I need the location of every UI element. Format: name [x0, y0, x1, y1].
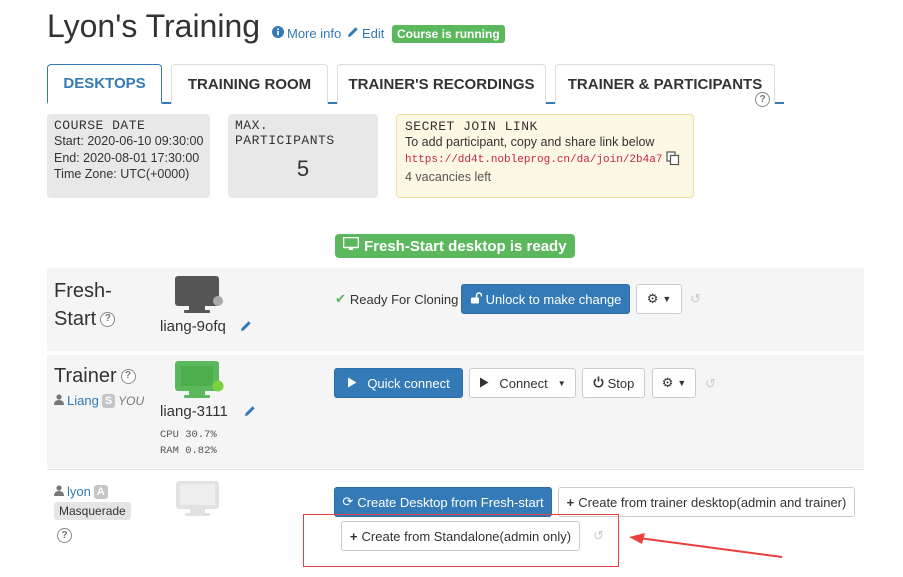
- trainer-user-badge: S: [101, 393, 116, 408]
- quick-connect-button[interactable]: Quick connect: [334, 368, 463, 398]
- history-icon[interactable]: ↺: [690, 291, 701, 307]
- copy-icon[interactable]: [666, 150, 680, 169]
- secret-join-link-box: SECRET JOIN LINK To add participant, cop…: [396, 114, 694, 198]
- masquerade-button[interactable]: Masquerade: [54, 502, 131, 520]
- desktop-icon: [342, 236, 360, 255]
- participant-monitor-icon: [175, 480, 221, 521]
- user-icon: [54, 484, 64, 499]
- check-icon: ✔: [335, 291, 346, 306]
- trainer-user[interactable]: Liang S YOU: [54, 393, 144, 408]
- info-circle-icon: [272, 26, 284, 41]
- vacancies-left: 4 vacancies left: [405, 169, 492, 184]
- status-badge: Course is running: [392, 25, 505, 43]
- tab-trainers-recordings[interactable]: TRAINER'S RECORDINGS: [337, 64, 546, 104]
- play-icon: [347, 376, 357, 391]
- ready-banner-text: Fresh-Start desktop is ready: [364, 237, 567, 255]
- refresh-icon: ⟳: [342, 494, 354, 509]
- participant-username[interactable]: lyon: [67, 484, 91, 499]
- gear-icon: ⚙: [646, 291, 659, 306]
- fresh-start-label-line1: Fresh-: [54, 280, 112, 302]
- connect-dropdown-button[interactable]: Connect ▼: [469, 368, 576, 398]
- annotation-highlight-box: [303, 514, 619, 567]
- stop-label: Stop: [607, 375, 635, 391]
- trainer-cpu-usage: CPU 30.7%: [160, 429, 217, 441]
- trainer-machine-name: liang-3111: [160, 403, 228, 420]
- gear-icon: ⚙: [661, 375, 674, 390]
- fresh-start-settings-dropdown[interactable]: ⚙ ▼: [636, 284, 682, 314]
- play-icon: [479, 376, 489, 391]
- plus-icon: +: [566, 494, 575, 510]
- user-icon: [54, 393, 64, 408]
- unlock-button-label: Unlock to make change: [485, 291, 622, 307]
- page-title: Lyon's Training: [47, 8, 261, 44]
- ready-for-cloning-status: ✔ Ready For Cloning: [335, 291, 458, 307]
- tabs-help-icon[interactable]: ?: [755, 92, 770, 107]
- max-participants-box: MAX. PARTICIPANTS 5: [228, 114, 378, 198]
- annotation-arrow: [625, 532, 785, 563]
- fresh-start-ready-badge: Fresh-Start desktop is ready: [335, 234, 575, 258]
- participant-help-icon[interactable]: ?: [57, 528, 72, 543]
- course-date-title: COURSE DATE: [54, 118, 146, 133]
- secret-link-title: SECRET JOIN LINK: [405, 119, 538, 134]
- rename-pencil-icon[interactable]: [240, 320, 252, 335]
- quick-connect-label: Quick connect: [367, 375, 450, 391]
- trainer-help-icon[interactable]: ?: [120, 368, 136, 384]
- edit-link[interactable]: Edit: [347, 26, 384, 41]
- fresh-start-help-icon[interactable]: ?: [100, 311, 116, 327]
- secret-link-description: To add participant, copy and share link …: [405, 135, 655, 149]
- rename-pencil-icon[interactable]: [244, 405, 256, 420]
- fresh-start-monitor-icon[interactable]: [173, 275, 225, 318]
- unlock-button[interactable]: Unlock to make change: [461, 284, 630, 314]
- participant-user-badge: A: [93, 484, 108, 499]
- edit-label: Edit: [362, 26, 385, 41]
- history-icon[interactable]: ↺: [705, 376, 716, 392]
- course-date-box: COURSE DATE Start: 2020-06-10 09:30:00 E…: [47, 114, 210, 198]
- tab-desktops[interactable]: DESKTOPS: [47, 64, 162, 104]
- power-icon: [593, 376, 604, 391]
- fresh-start-label-line2: Start: [54, 308, 97, 330]
- create-fresh-label: Create Desktop from Fresh-start: [357, 494, 544, 510]
- more-info-label: More info: [287, 26, 342, 41]
- stop-button[interactable]: Stop: [582, 368, 645, 398]
- trainer-settings-dropdown[interactable]: ⚙ ▼: [652, 368, 696, 398]
- ready-for-cloning-label: Ready For Cloning: [349, 291, 459, 307]
- trainer-label-text: Trainer: [54, 365, 117, 387]
- create-trainer-label: Create from trainer desktop(admin and tr…: [578, 494, 847, 510]
- course-start: Start: 2020-06-10 09:30:00: [54, 134, 204, 148]
- fresh-start-machine-name: liang-9ofq: [160, 318, 226, 335]
- row-divider: [47, 351, 864, 353]
- course-timezone: Time Zone: UTC(+0000): [54, 167, 190, 181]
- pencil-icon: [347, 26, 359, 41]
- trainer-username[interactable]: Liang: [67, 393, 99, 408]
- max-participants-title: MAX. PARTICIPANTS: [235, 118, 335, 148]
- caret-down-icon: ▼: [677, 378, 687, 388]
- connect-label: Connect: [499, 375, 548, 391]
- participant-user[interactable]: lyon A: [54, 484, 108, 499]
- caret-down-icon: ▼: [557, 378, 566, 388]
- course-end: End: 2020-08-01 17:30:00: [54, 150, 200, 165]
- caret-down-icon: ▼: [662, 294, 672, 304]
- fresh-start-label: Fresh- Start ?: [54, 277, 116, 333]
- create-from-fresh-start-button[interactable]: ⟳ Create Desktop from Fresh-start: [334, 487, 552, 517]
- trainer-label: Trainer ?: [54, 362, 136, 390]
- trainer-monitor-icon[interactable]: [173, 360, 227, 403]
- you-label: YOU: [118, 393, 145, 408]
- trainer-ram-usage: RAM 0.82%: [160, 445, 217, 457]
- fresh-start-row: [47, 268, 864, 352]
- tab-trainer-participants[interactable]: TRAINER & PARTICIPANTS: [555, 64, 775, 104]
- tab-training-room[interactable]: TRAINING ROOM: [171, 64, 328, 104]
- max-participants-value: 5: [296, 156, 310, 181]
- more-info-link[interactable]: More info: [272, 26, 341, 41]
- secret-link-url[interactable]: https://dd4t.nobleprog.cn/da/join/2b4a7: [405, 154, 662, 166]
- row-divider: [47, 469, 864, 470]
- create-from-trainer-button[interactable]: + Create from trainer desktop(admin and …: [558, 487, 855, 517]
- unlock-icon: [470, 291, 482, 307]
